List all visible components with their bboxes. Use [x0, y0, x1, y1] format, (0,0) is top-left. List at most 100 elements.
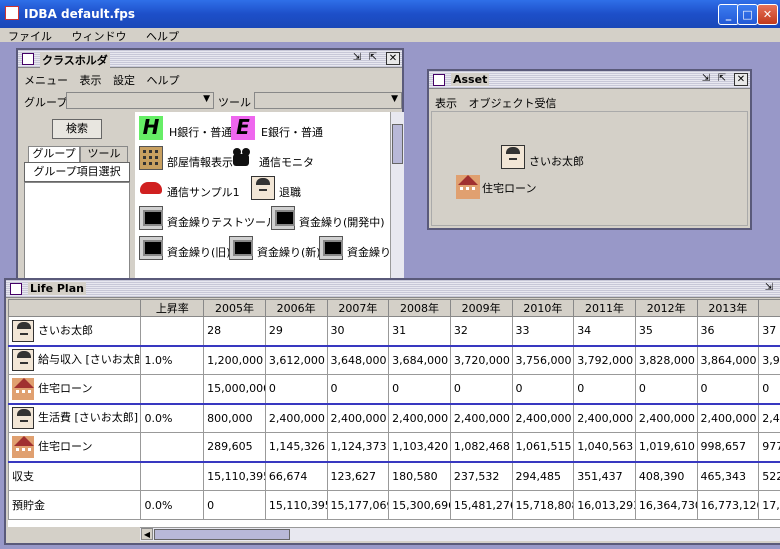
value-cell[interactable]: 351,437 — [573, 460, 636, 491]
asset-canvas[interactable]: さいお太郎 住宅ローン — [431, 111, 748, 226]
rate-cell[interactable] — [140, 432, 205, 462]
value-cell[interactable]: 36 — [696, 316, 760, 346]
value-cell[interactable]: 1,082,468 — [449, 432, 513, 462]
value-cell[interactable]: 15,110,395 — [264, 490, 328, 520]
menu-menu[interactable]: メニュー — [24, 74, 68, 87]
value-cell[interactable]: 2,400,000 — [634, 402, 698, 433]
table-row[interactable]: 預貯金 0.0% 0 15,110,395 15,177,069 15,300,696 15… — [8, 490, 780, 520]
column-header[interactable]: 2010年 — [511, 299, 575, 317]
value-cell[interactable]: 16,773,120 — [696, 490, 760, 520]
menu-view[interactable]: 表示 — [435, 97, 457, 110]
value-cell[interactable]: 1,200,000 — [203, 344, 266, 375]
table-row[interactable]: さいお太郎 28 29 30 31 32 33 34 35 36 37 — [8, 316, 780, 346]
value-cell[interactable]: 0 — [634, 374, 698, 404]
column-header[interactable]: 2011年 — [573, 299, 636, 317]
value-cell[interactable]: 15,000,000 — [203, 374, 266, 404]
computer-icon[interactable] — [139, 206, 163, 230]
value-cell[interactable]: 3,756,000 — [511, 344, 575, 375]
palette-scrollbar[interactable] — [390, 112, 404, 280]
column-header[interactable]: 2013年 — [696, 299, 760, 317]
value-cell[interactable]: 16,364,730 — [634, 490, 698, 520]
value-cell[interactable]: 2,40 — [758, 402, 780, 433]
value-cell[interactable]: 35 — [634, 316, 698, 346]
table-row[interactable]: 生活費 [さいお太郎] 0.0% 800,000 2,400,000 2,400,000… — [8, 402, 780, 433]
table-row[interactable]: 給与収入 [さいお太郎] 1.0% 1,200,000 3,612,000 3,648,… — [8, 344, 780, 375]
table-row[interactable]: 収支 15,110,395 66,674 123,627 180,580 237,532 2… — [8, 460, 780, 491]
value-cell[interactable]: 31 — [388, 316, 451, 346]
value-cell[interactable]: 2,400,000 — [449, 402, 513, 433]
value-cell[interactable]: 2,400,000 — [696, 402, 760, 433]
scroll-left-icon[interactable]: ◀ — [141, 528, 153, 540]
column-header[interactable]: 上昇率 — [140, 299, 205, 317]
value-cell[interactable]: 123,627 — [326, 460, 390, 491]
e-bank-icon[interactable]: E — [231, 116, 255, 140]
group-list[interactable] — [24, 182, 130, 280]
group-select[interactable]: ▼ — [66, 92, 214, 109]
value-cell[interactable]: 0 — [326, 374, 390, 404]
value-cell[interactable]: 3,684,000 — [388, 344, 451, 375]
value-cell[interactable]: 0 — [696, 374, 760, 404]
value-cell[interactable]: 3,648,000 — [326, 344, 390, 375]
value-cell[interactable]: 3,864,000 — [696, 344, 760, 375]
value-cell[interactable]: 33 — [511, 316, 575, 346]
close-icon[interactable]: ✕ — [386, 52, 400, 65]
value-cell[interactable]: 180,580 — [388, 460, 451, 491]
rate-cell[interactable]: 0.0% — [140, 402, 205, 433]
row-label-cell[interactable]: 給与収入 [さいお太郎] — [8, 344, 142, 375]
scroll-thumb[interactable] — [392, 124, 403, 164]
value-cell[interactable]: 15,718,808 — [511, 490, 575, 520]
value-cell[interactable]: 1,145,326 — [264, 432, 328, 462]
table-row[interactable]: 住宅ローン 289,605 1,145,326 1,124,373 1,103,420 1… — [8, 432, 780, 462]
rate-cell[interactable]: 0.0% — [140, 490, 205, 520]
value-cell[interactable]: 2,400,000 — [326, 402, 390, 433]
value-cell[interactable]: 1,124,373 — [326, 432, 390, 462]
value-cell[interactable]: 465,343 — [696, 460, 760, 491]
menu-view[interactable]: 表示 — [80, 74, 102, 87]
close-button[interactable]: ✕ — [757, 4, 778, 25]
column-header[interactable]: 2005年 — [203, 299, 266, 317]
row-label-cell[interactable]: 収支 — [8, 460, 142, 491]
row-label-cell[interactable]: 生活費 [さいお太郎] — [8, 402, 142, 433]
column-header[interactable]: 2008年 — [388, 299, 451, 317]
car-icon[interactable] — [139, 176, 163, 200]
value-cell[interactable]: 16,013,293 — [573, 490, 636, 520]
value-cell[interactable]: 0 — [449, 374, 513, 404]
value-cell[interactable]: 15,110,395 — [203, 460, 266, 491]
tab-group[interactable]: グループ — [28, 146, 80, 162]
value-cell[interactable]: 3,90 — [758, 344, 780, 375]
value-cell[interactable]: 0 — [388, 374, 451, 404]
computer-icon[interactable] — [319, 236, 343, 260]
column-header[interactable] — [8, 299, 142, 317]
value-cell[interactable]: 15,300,696 — [388, 490, 451, 520]
value-cell[interactable]: 66,674 — [264, 460, 328, 491]
table-row[interactable]: 住宅ローン 15,000,000 0 0 0 0 0 0 0 0 0 — [8, 374, 780, 404]
computer-icon[interactable] — [139, 236, 163, 260]
column-header[interactable]: 2012年 — [634, 299, 698, 317]
value-cell[interactable]: 2,400,000 — [264, 402, 328, 433]
value-cell[interactable]: 0 — [573, 374, 636, 404]
value-cell[interactable]: 2,400,000 — [388, 402, 451, 433]
value-cell[interactable]: 29 — [264, 316, 328, 346]
column-header[interactable]: 20 — [758, 299, 780, 317]
retire-face-icon[interactable] — [251, 176, 275, 200]
value-cell[interactable]: 977,7 — [758, 432, 780, 462]
value-cell[interactable]: 2,400,000 — [511, 402, 575, 433]
menu-help[interactable]: ヘルプ — [147, 74, 180, 87]
value-cell[interactable]: 3,612,000 — [264, 344, 328, 375]
iconify-icon[interactable]: ⇲ — [762, 282, 776, 295]
value-cell[interactable]: 3,828,000 — [634, 344, 698, 375]
value-cell[interactable]: 28 — [203, 316, 266, 346]
column-header[interactable]: 2006年 — [264, 299, 328, 317]
h-bank-icon[interactable]: H — [139, 116, 163, 140]
value-cell[interactable]: 15,481,276 — [449, 490, 513, 520]
value-cell[interactable]: 34 — [573, 316, 636, 346]
camera-icon[interactable] — [231, 146, 255, 170]
computer-icon[interactable] — [229, 236, 253, 260]
row-label-cell[interactable]: 預貯金 — [8, 490, 142, 520]
value-cell[interactable]: 237,532 — [449, 460, 513, 491]
value-cell[interactable]: 1,040,563 — [573, 432, 636, 462]
asset-titlebar[interactable]: Asset ⇲ ⇱ ✕ — [429, 71, 750, 89]
menu-settings[interactable]: 設定 — [113, 74, 135, 87]
row-label-cell[interactable]: 住宅ローン — [8, 432, 142, 462]
value-cell[interactable]: 30 — [326, 316, 390, 346]
